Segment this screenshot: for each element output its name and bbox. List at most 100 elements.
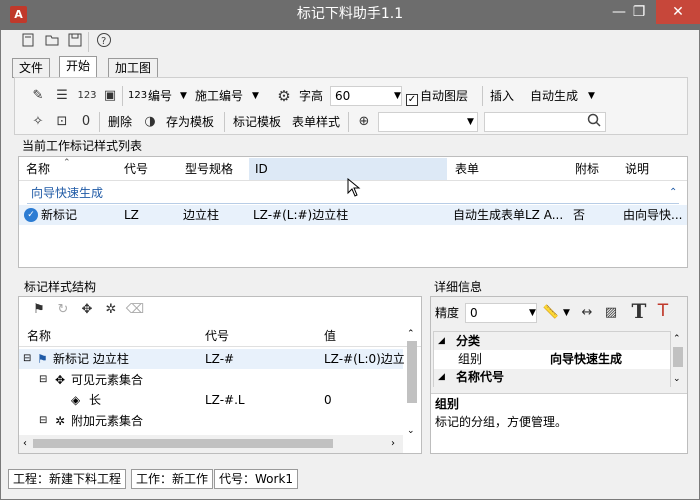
- tab-processing[interactable]: 加工图: [108, 58, 159, 78]
- settings-dashed-icon: ✲: [55, 414, 66, 428]
- chevron-up-icon[interactable]: ⌃: [669, 183, 677, 203]
- chevron-right-icon[interactable]: ›: [391, 434, 395, 454]
- template-dropdown-arrow[interactable]: ▼: [467, 112, 474, 132]
- table-style-button[interactable]: 表单样式: [292, 112, 340, 132]
- chevron-down-icon[interactable]: ⌄: [673, 369, 681, 389]
- hatch-icon[interactable]: ▨: [601, 303, 621, 323]
- font-height-input[interactable]: 60: [330, 86, 402, 106]
- number-box-icon[interactable]: 0: [76, 112, 96, 132]
- auto-generate-dropdown-arrow[interactable]: ▼: [588, 86, 595, 106]
- status-work: 工作：新工作: [131, 469, 214, 489]
- collapse-minus-icon[interactable]: ⊟: [39, 411, 47, 431]
- column-header-form[interactable]: 表单: [455, 158, 479, 180]
- scrollbar-thumb[interactable]: [407, 341, 417, 403]
- row-code: LZ: [124, 208, 139, 222]
- new-file-icon[interactable]: [18, 32, 38, 52]
- status-code: 代号：Work1: [214, 469, 299, 489]
- column-header-name[interactable]: 名称: [26, 158, 50, 180]
- row-spec: 边立柱: [183, 208, 220, 222]
- gear-icon[interactable]: ⚙: [274, 86, 294, 106]
- horizontal-scrollbar-thumb[interactable]: [33, 439, 333, 448]
- open-folder-icon[interactable]: [42, 32, 62, 52]
- property-value[interactable]: 向导快速生成: [550, 349, 622, 369]
- property-grid: ◢ 分类 组别 向导快速生成 ◢ 名称代号: [433, 331, 671, 387]
- move-icon[interactable]: ✥: [77, 300, 97, 320]
- delete-button[interactable]: 删除: [108, 112, 132, 132]
- number-dropdown-arrow[interactable]: ▼: [180, 86, 187, 106]
- structure-col-value[interactable]: 值: [324, 325, 336, 347]
- structure-col-name[interactable]: 名称: [27, 325, 51, 347]
- window-title: 标记下料助手1.1: [296, 6, 404, 22]
- help-icon[interactable]: ?: [94, 32, 114, 52]
- triangle-down-icon[interactable]: ◢: [438, 367, 445, 387]
- save-template-button[interactable]: 存为模板: [166, 112, 214, 132]
- edit-box-icon[interactable]: ▣: [100, 86, 120, 106]
- template-select[interactable]: [378, 112, 478, 132]
- refresh-icon[interactable]: ↻: [53, 300, 73, 320]
- triangle-down-icon[interactable]: ◢: [438, 331, 445, 351]
- chevron-up-icon[interactable]: ⌃: [673, 329, 681, 349]
- pin-tool-icon[interactable]: ✧: [28, 112, 48, 132]
- description-text: 标记的分组，方便管理。: [435, 415, 568, 429]
- tree-node-name[interactable]: 附加元素集合: [71, 411, 143, 431]
- tree-node-name[interactable]: 可见元素集合: [71, 370, 143, 390]
- pencil-icon[interactable]: ✎: [28, 86, 48, 106]
- text-style-icon[interactable]: ꓔ: [653, 301, 673, 321]
- insert-button[interactable]: 插入: [490, 86, 514, 106]
- column-header-id[interactable]: ID: [255, 158, 268, 180]
- zoom-box-icon[interactable]: ⊡: [52, 112, 72, 132]
- chevron-left-icon[interactable]: ‹: [23, 434, 27, 454]
- group-header-label[interactable]: 向导快速生成: [31, 183, 103, 203]
- mark-template-button[interactable]: 标记模板: [233, 112, 281, 132]
- flag-icon[interactable]: ⚑: [29, 300, 49, 320]
- column-header-attach[interactable]: 附标: [575, 158, 599, 180]
- save-icon[interactable]: [65, 32, 85, 52]
- construction-dropdown-arrow[interactable]: ▼: [252, 86, 259, 106]
- construction-number-button[interactable]: 施工编号: [195, 86, 243, 106]
- restore-button[interactable]: ❐: [628, 0, 650, 24]
- width-icon[interactable]: ↔: [577, 303, 597, 323]
- row-desc: 由向导快...: [623, 208, 683, 222]
- collapse-minus-icon[interactable]: ⊟: [23, 349, 31, 369]
- precision-input[interactable]: 0: [465, 303, 537, 323]
- text-icon[interactable]: T: [629, 301, 649, 321]
- minimize-button[interactable]: —: [608, 0, 630, 24]
- layers-icon: ◈: [71, 393, 81, 407]
- table-row[interactable]: [19, 205, 687, 225]
- settings-dashed-icon[interactable]: ✲: [101, 300, 121, 320]
- close-button[interactable]: ✕: [656, 0, 700, 24]
- eraser-icon[interactable]: ⌫: [125, 300, 145, 320]
- collapse-minus-icon[interactable]: ⊟: [39, 370, 47, 390]
- auto-generate-button[interactable]: 自动生成: [530, 86, 578, 106]
- description-title: 组别: [435, 397, 460, 411]
- scrollbar-thumb[interactable]: [673, 347, 683, 367]
- auto-layer-label: 自动图层: [420, 89, 469, 103]
- precision-dropdown-arrow[interactable]: ▼: [529, 303, 536, 323]
- column-header-desc[interactable]: 说明: [625, 158, 649, 180]
- column-header-code[interactable]: 代号: [124, 158, 148, 180]
- move-icon: ✥: [55, 373, 66, 387]
- font-height-dropdown-arrow[interactable]: ▼: [394, 86, 401, 106]
- structure-title: 标记样式结构: [24, 280, 97, 294]
- tree-node-name[interactable]: 长: [89, 390, 101, 410]
- numbering-icon[interactable]: 123: [76, 86, 98, 106]
- tab-start[interactable]: 开始: [59, 56, 98, 78]
- row-attach: 否: [573, 208, 586, 222]
- column-header-spec[interactable]: 型号规格: [185, 158, 233, 180]
- search-icon[interactable]: [584, 112, 604, 132]
- ruler-dropdown-arrow[interactable]: ▼: [563, 303, 570, 323]
- chevron-down-icon[interactable]: ⌄: [407, 421, 415, 441]
- ruler-icon[interactable]: 📏: [541, 303, 561, 323]
- number-button[interactable]: 编号: [148, 86, 172, 106]
- structure-col-code[interactable]: 代号: [205, 325, 229, 347]
- category-label: 分类: [456, 334, 481, 348]
- row-name: 新标记: [41, 208, 78, 222]
- tab-file[interactable]: 文件: [12, 58, 51, 78]
- auto-layer-checkbox[interactable]: ✓ 自动图层: [406, 86, 468, 106]
- detail-panel: 精度 0 ▼ 📏 ▼ ↔ ▨ T ꓔ ◢ 分类 组别 向导快速生成 ◢ 名称代号…: [430, 296, 688, 454]
- column-highlight: [249, 158, 447, 180]
- arrow-down-circle-icon[interactable]: ⊕: [354, 112, 374, 132]
- description-box: 组别 标记的分组，方便管理。: [431, 393, 687, 453]
- list-check-icon[interactable]: ☰: [52, 86, 72, 106]
- toggle-icon[interactable]: ◑: [140, 112, 160, 132]
